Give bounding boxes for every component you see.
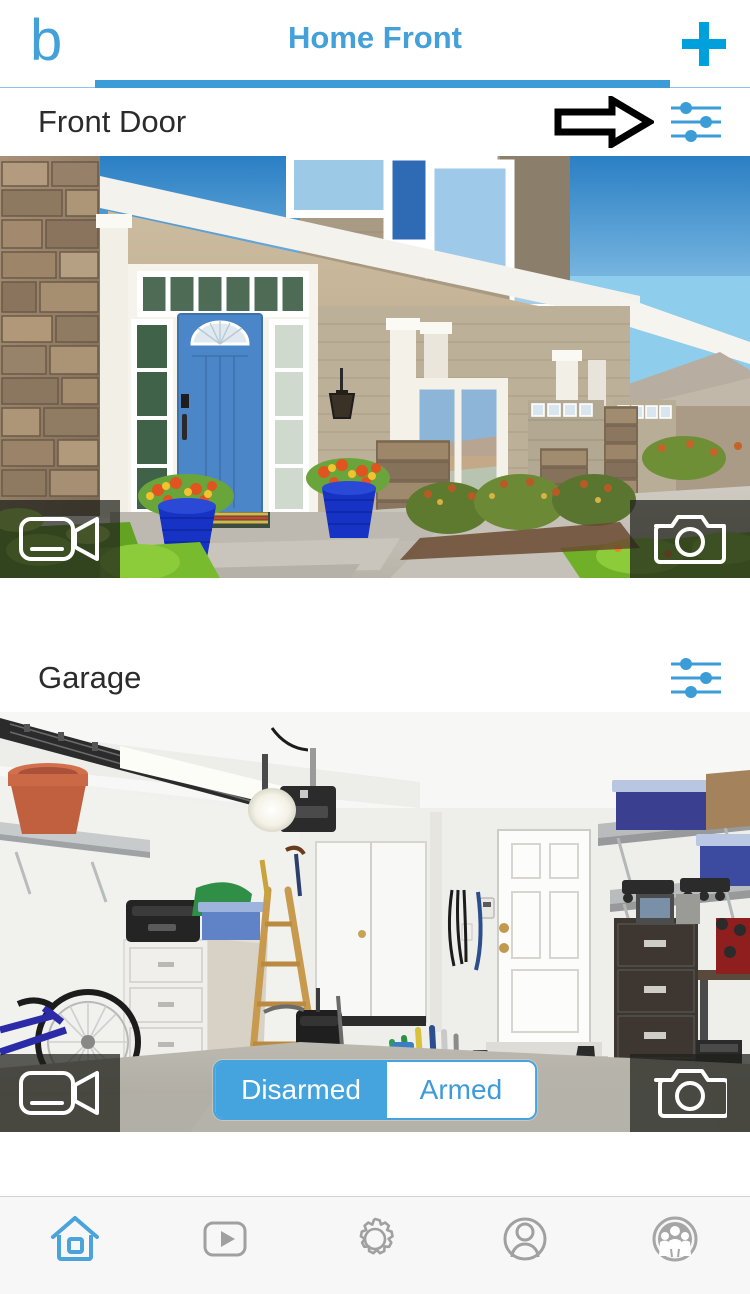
video-camera-icon	[19, 517, 99, 561]
record-video-button-front-door[interactable]	[0, 500, 120, 578]
armed-segment[interactable]: Armed	[386, 1062, 535, 1118]
nav-item-family[interactable]	[600, 1211, 750, 1267]
gear-icon	[359, 1217, 394, 1255]
nav-item-settings[interactable]	[300, 1211, 450, 1267]
home-icon	[51, 1216, 99, 1261]
camera-name-label: Front Door	[38, 104, 187, 139]
take-photo-button-front-door[interactable]	[630, 500, 750, 578]
disarmed-segment[interactable]: Disarmed	[215, 1062, 387, 1118]
camera-name-label: Garage	[38, 660, 142, 695]
arm-disarm-segmented-control[interactable]: Disarmed Armed	[213, 1060, 537, 1120]
tab-indicator	[95, 80, 670, 88]
camera-header-front-door: Front Door	[0, 88, 750, 156]
photo-camera-icon	[654, 1069, 727, 1118]
plus-icon	[682, 21, 726, 66]
right-arrow-annotation-icon	[554, 96, 654, 148]
camera-header-actions	[554, 96, 724, 148]
nav-item-clips[interactable]	[150, 1211, 300, 1267]
page-title: Home Front	[288, 20, 462, 55]
group-icon	[652, 1216, 698, 1262]
play-icon	[203, 1221, 247, 1257]
nav-item-home[interactable]	[0, 1211, 150, 1267]
take-photo-button-garage[interactable]	[630, 1054, 750, 1132]
add-device-button[interactable]	[680, 9, 750, 79]
camera-header-garage: Garage	[0, 644, 750, 712]
section-gap	[0, 578, 750, 644]
camera-settings-sliders-icon[interactable]	[668, 100, 724, 144]
photo-camera-icon	[654, 515, 726, 564]
camera-feed-garage[interactable]: Disarmed Armed	[0, 712, 750, 1132]
camera-settings-sliders-icon[interactable]	[668, 656, 724, 700]
record-video-button-garage[interactable]	[0, 1054, 120, 1132]
person-icon	[503, 1217, 547, 1261]
video-camera-icon	[19, 1071, 99, 1115]
nav-item-account[interactable]	[450, 1211, 600, 1267]
brand-logo[interactable]: b	[0, 11, 62, 70]
top-app-bar: b Home Front	[0, 0, 750, 88]
camera-feed-front-door[interactable]	[0, 156, 750, 578]
camera-header-actions	[668, 656, 724, 700]
bottom-navigation-bar	[0, 1196, 750, 1294]
